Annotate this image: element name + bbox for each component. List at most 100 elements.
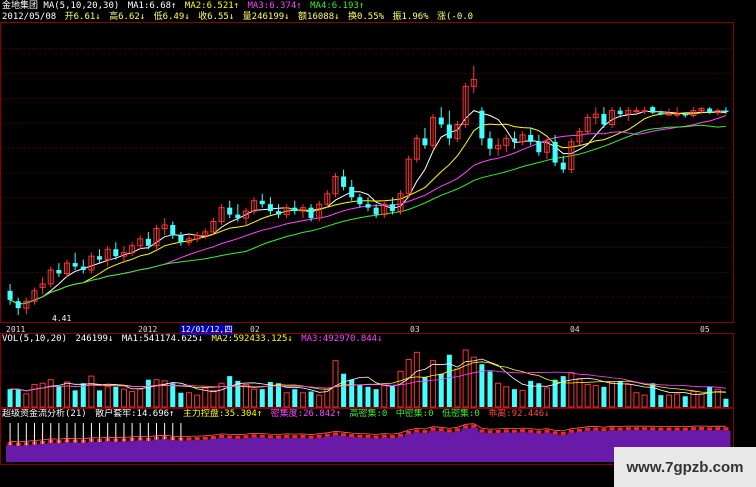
volume-bar-down	[357, 384, 363, 407]
indicator-cap	[316, 434, 322, 438]
volume-bar-up	[698, 393, 705, 408]
indicator-bar	[168, 440, 178, 462]
indicator-cap	[463, 425, 469, 429]
candle-body-down	[479, 110, 485, 139]
volume-bar-up	[299, 392, 306, 408]
volume-bar-down	[389, 386, 395, 407]
volume-bar-up	[194, 394, 201, 408]
volume-bar-down	[15, 389, 21, 407]
volume-bar-up	[609, 381, 616, 408]
indicator-bar	[551, 434, 560, 462]
indicator-bar	[559, 434, 568, 462]
candle-body-down	[528, 134, 534, 142]
volume-bar-up	[568, 372, 575, 408]
candle-body-down	[275, 211, 282, 215]
indicator-cap	[552, 431, 558, 435]
volume-bar-up	[251, 388, 258, 408]
indicator-cap	[593, 427, 599, 431]
indicator-cap	[186, 437, 192, 441]
indicator-bar	[510, 432, 519, 462]
indicator-bar	[274, 438, 284, 462]
indicator-bar	[412, 432, 422, 462]
volume-bar-up	[462, 349, 469, 408]
indicator-bar	[217, 437, 227, 462]
volume-bar-up	[316, 394, 323, 408]
indicator-bar	[372, 438, 381, 462]
indicator-bar	[453, 431, 463, 462]
indicator-cap	[406, 431, 412, 435]
indicator-cap	[349, 434, 355, 438]
indicator-cap	[194, 437, 200, 441]
indicator-bar	[437, 431, 446, 462]
candle-body-down	[552, 141, 558, 163]
indicator-bar	[567, 432, 576, 462]
indicator-bar	[160, 439, 170, 462]
volume-bar-up	[430, 360, 437, 408]
candle-body-down	[259, 200, 265, 205]
indicator-cap	[609, 427, 615, 431]
volume-bar-up	[674, 393, 681, 408]
volume-bar-up	[397, 370, 404, 408]
volume-bar-up	[332, 360, 339, 408]
indicator-cap	[625, 427, 631, 431]
candle-body-down	[601, 114, 607, 125]
indicator-bar	[79, 442, 88, 462]
volume-bar-down	[308, 391, 314, 407]
indicator-cap	[227, 435, 233, 439]
candle-body-down	[97, 256, 103, 260]
indicator-bar	[461, 428, 471, 462]
indicator-bar	[54, 443, 64, 462]
candle-body-down	[536, 141, 542, 153]
indicator-bar	[469, 427, 479, 462]
indicator-cap	[308, 435, 314, 439]
candle-body-down	[292, 207, 298, 212]
indicator-bar	[282, 437, 292, 462]
volume-bar-up	[129, 391, 136, 408]
indicator-cap	[430, 427, 436, 431]
indicator-bar	[420, 432, 430, 462]
indicator-cap	[284, 434, 290, 438]
volume-bar-down	[487, 371, 493, 407]
indicator-bar	[339, 436, 349, 462]
volume-bar-down	[723, 398, 729, 407]
candle-body-down	[723, 110, 729, 113]
indicator-cap	[235, 435, 241, 439]
indicator-bar	[542, 432, 552, 462]
indicator-cap	[520, 429, 526, 433]
indicator-cap	[707, 427, 713, 431]
indicator-bar	[266, 438, 275, 462]
indicator-cap	[487, 430, 493, 434]
indicator-cap	[723, 427, 729, 431]
volume-bar-up	[120, 388, 127, 408]
candle-body-down	[357, 197, 363, 205]
indicator-bar	[241, 438, 251, 462]
indicator-cap	[479, 429, 485, 433]
indicator-bar	[62, 442, 72, 462]
indicator-cap	[341, 433, 347, 437]
volume-bar-down	[56, 386, 62, 407]
indicator-bar	[30, 444, 40, 462]
indicator-cap	[536, 430, 542, 434]
volume-bar-down	[7, 389, 13, 407]
indicator-bar	[144, 440, 153, 462]
volume-bar-up	[592, 385, 599, 408]
stock-chart[interactable]	[0, 0, 756, 487]
indicator-cap	[300, 434, 306, 438]
indicator-bar	[14, 445, 23, 462]
volume-bar-down	[113, 386, 119, 407]
indicator-bar	[526, 432, 536, 462]
ma30-line	[9, 124, 726, 305]
indicator-cap	[576, 428, 583, 432]
price-panel-frame	[0, 22, 734, 323]
candle-body-down	[650, 107, 656, 113]
indicator-cap	[357, 434, 363, 438]
indicator-bar	[298, 437, 308, 462]
candle-body-down	[373, 207, 379, 215]
indicator-cap	[210, 435, 216, 439]
volume-bar-up	[283, 392, 290, 408]
volume-bar-up	[543, 387, 550, 408]
indicator-cap	[528, 429, 534, 433]
indicator-cap	[666, 427, 672, 431]
volume-bar-up	[39, 382, 46, 408]
indicator-bar	[233, 438, 243, 462]
